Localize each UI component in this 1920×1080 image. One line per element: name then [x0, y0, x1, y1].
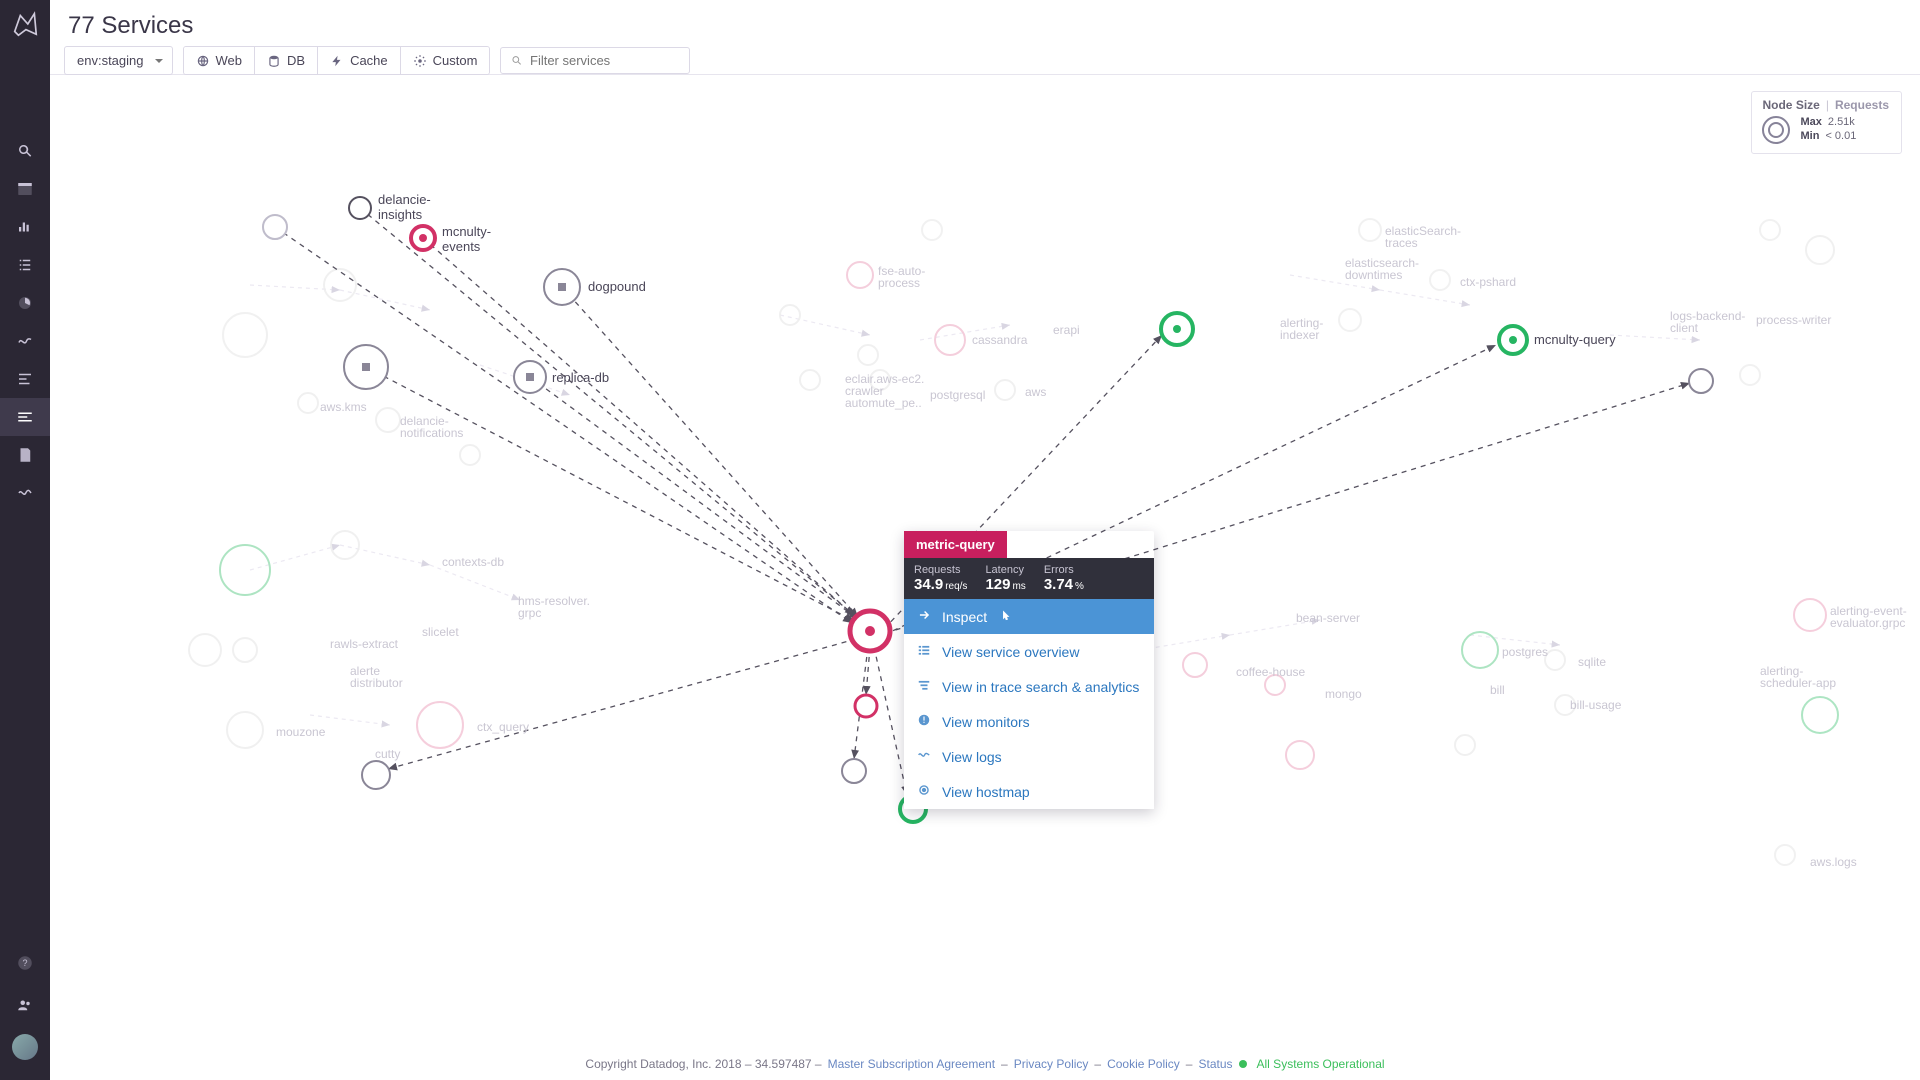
sidebar: ?: [0, 0, 50, 1080]
service-map-canvas[interactable]: Node Size | Requests Max2.51k Min< 0.01: [50, 75, 1920, 1048]
filter-cache[interactable]: Cache: [318, 47, 401, 74]
search-icon: [511, 54, 523, 67]
service-tooltip: metric-query Requests 34.9req/s Latency …: [904, 531, 1154, 809]
env-select[interactable]: env:staging: [64, 46, 173, 75]
tooltip-title: metric-query: [904, 531, 1007, 558]
service-type-filters: Web DB Cache Custom: [183, 46, 491, 75]
arrow-right-icon: [916, 608, 932, 625]
filter-custom[interactable]: Custom: [401, 47, 490, 74]
nav-infrastructure-icon[interactable]: [0, 208, 50, 246]
alert-icon: [916, 713, 932, 730]
list-icon: [916, 643, 932, 660]
context-menu: Inspect View service overview View in tr…: [904, 599, 1154, 809]
nav-events-icon[interactable]: [0, 132, 50, 170]
menu-view-logs[interactable]: View logs: [904, 739, 1154, 774]
menu-view-hostmap[interactable]: View hostmap: [904, 774, 1154, 809]
cursor-icon: [999, 609, 1012, 625]
hostmap-icon: [916, 783, 932, 800]
page-header: 77 Services env:staging Web DB Cache Cus…: [50, 0, 1920, 75]
tooltip-metrics: Requests 34.9req/s Latency 129ms Errors …: [904, 558, 1154, 599]
page-footer: Copyright Datadog, Inc. 2018 – 34.597487…: [50, 1048, 1920, 1080]
footer-cookie-link[interactable]: Cookie Policy: [1107, 1057, 1180, 1071]
user-avatar[interactable]: [0, 1026, 50, 1068]
footer-systems-link[interactable]: All Systems Operational: [1257, 1057, 1385, 1071]
logs-icon: [916, 748, 932, 765]
menu-view-monitors[interactable]: View monitors: [904, 704, 1154, 739]
nav-integrations-icon[interactable]: [0, 322, 50, 360]
menu-service-overview[interactable]: View service overview: [904, 634, 1154, 669]
toolbar: env:staging Web DB Cache Custom: [64, 46, 690, 75]
svg-text:?: ?: [22, 958, 27, 968]
team-icon[interactable]: [0, 984, 50, 1026]
menu-inspect[interactable]: Inspect: [904, 599, 1154, 634]
footer-privacy-link[interactable]: Privacy Policy: [1014, 1057, 1089, 1071]
nav-notebooks-icon[interactable]: [0, 436, 50, 474]
service-search[interactable]: [500, 47, 690, 74]
footer-status-link[interactable]: Status: [1198, 1057, 1232, 1071]
nav-apm-icon[interactable]: [0, 360, 50, 398]
menu-trace-search[interactable]: View in trace search & analytics: [904, 669, 1154, 704]
nav-service-map-icon[interactable]: [0, 398, 50, 436]
filter-db[interactable]: DB: [255, 47, 318, 74]
status-dot-icon: [1239, 1060, 1247, 1068]
search-input[interactable]: [530, 53, 679, 68]
help-icon[interactable]: ?: [0, 942, 50, 984]
page-title: 77 Services: [68, 12, 193, 40]
trace-icon: [916, 678, 932, 695]
nav-dashboards-icon[interactable]: [0, 170, 50, 208]
logo[interactable]: [7, 6, 43, 42]
nav-metrics-icon[interactable]: [0, 284, 50, 322]
nav-monitors-icon[interactable]: [0, 246, 50, 284]
filter-web[interactable]: Web: [184, 47, 256, 74]
nav-logs-icon[interactable]: [0, 474, 50, 512]
footer-msa-link[interactable]: Master Subscription Agreement: [828, 1057, 995, 1071]
